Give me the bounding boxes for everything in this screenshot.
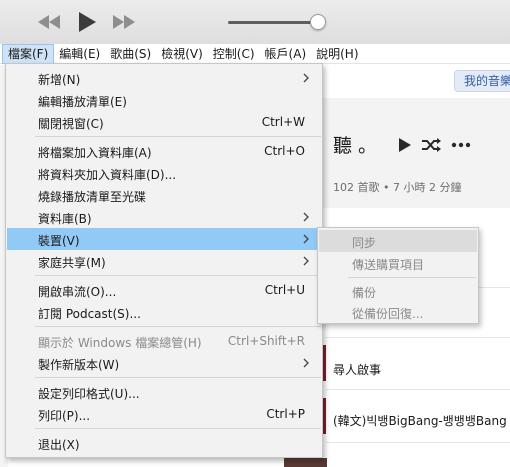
menu-item-library[interactable]: 資料庫(B) [7,206,321,228]
menu-view[interactable]: 檢視(V) [156,44,208,64]
shortcut-label: Ctrl+U [264,283,305,297]
song-title[interactable]: 尋人啟事 [333,361,503,378]
menu-item-label: 製作新版本(W) [38,358,120,372]
menu-help[interactable]: 說明(H) [311,44,363,64]
more-options-icon[interactable] [451,139,471,151]
volume-slider-knob[interactable] [310,14,326,30]
menu-item-subscribe-podcast[interactable]: 訂閱 Podcast(S)... [7,301,321,323]
menu-item-devices[interactable]: 裝置(V) [7,228,321,250]
menu-edit[interactable]: 編輯(E) [54,44,105,64]
menu-item-print[interactable]: 列印(P)... Ctrl+P [7,403,321,425]
menu-item-label: 裝置(V) [38,234,80,248]
menu-separator [35,275,321,276]
menu-item-label: 開啟串流(O)... [38,285,117,299]
play-icon [79,12,96,32]
menu-item-label: 傳送購買項目 [352,258,425,272]
menu-item-add-file[interactable]: 將檔案加入資料庫(A) Ctrl+O [7,140,321,162]
menu-item-label: 退出(X) [38,438,80,452]
menu-item-show-in-explorer[interactable]: 顯示於 Windows 檔案總管(H) Ctrl+Shift+R [7,330,321,352]
shuffle-icon[interactable] [421,137,441,153]
menu-separator [35,377,321,378]
itunes-window: 檔案(F) 編輯(E) 歌曲(S) 檢視(V) 控制(C) 帳戶(A) 說明(H… [0,0,510,467]
menu-item-new[interactable]: 新增(N) [7,67,321,89]
album-art-thumbnail [284,458,327,467]
submenu-arrow-icon [303,234,309,244]
next-track-button[interactable] [111,9,137,35]
song-title[interactable]: (韓文)빅뱅BigBang-뱅뱅뱅Bang B [333,412,510,429]
shortcut-label: Ctrl+P [266,407,305,421]
menu-item-label: 家庭共享(M) [38,256,106,270]
menu-item-label: 將檔案加入資料庫(A) [38,146,152,160]
menu-item-create-new-version[interactable]: 製作新版本(W) [7,352,321,374]
shortcut-label: Ctrl+Shift+R [227,334,305,348]
menu-separator [35,326,321,327]
shortcut-label: Ctrl+O [264,144,305,158]
volume-slider-track[interactable] [228,21,320,24]
menu-item-add-folder[interactable]: 將資料夾加入資料庫(D)... [7,162,321,184]
row-divider [326,442,510,443]
menu-separator [35,136,321,137]
menu-item-label: 備份 [352,286,377,300]
menu-item-label: 燒錄播放清單至光碟 [38,190,147,204]
devices-submenu: 同步 傳送購買項目 備份 從備份回復... [317,227,479,324]
menu-item-label: 關閉視窗(C) [38,117,104,131]
menu-separator [35,428,321,429]
menu-controls[interactable]: 控制(C) [208,44,260,64]
row-divider [326,337,510,338]
menu-item-label: 資料庫(B) [38,212,92,226]
menu-account[interactable]: 帳戶(A) [260,44,312,64]
submenu-item-restore-backup[interactable]: 從備份回復... [319,301,477,323]
file-menu-dropdown: 新增(N) 編輯播放清單(E) 關閉視窗(C) Ctrl+W 將檔案加入資料庫(… [5,63,323,458]
menu-item-burn-disc[interactable]: 燒錄播放清單至光碟 [7,184,321,206]
menu-item-page-setup[interactable]: 設定列印格式(U)... [7,381,321,403]
my-music-tab[interactable]: 我的音樂 [454,70,510,92]
shortcut-label: Ctrl+W [261,115,305,129]
submenu-arrow-icon [303,256,309,266]
submenu-arrow-icon [303,212,309,222]
submenu-item-backup[interactable]: 備份 [319,280,477,302]
row-divider [326,389,510,390]
menu-item-open-stream[interactable]: 開啟串流(O)... Ctrl+U [7,279,321,301]
menu-file[interactable]: 檔案(F) [2,43,55,64]
player-toolbar [0,0,510,44]
menu-item-label: 從備份回復... [352,307,424,321]
menu-item-label: 同步 [352,236,377,250]
fast-forward-icon [113,15,135,29]
menu-item-edit-playlist[interactable]: 編輯播放清單(E) [7,89,321,111]
menu-song[interactable]: 歌曲(S) [105,44,156,64]
submenu-item-sync[interactable]: 同步 [319,230,477,252]
submenu-item-transfer-purchases[interactable]: 傳送購買項目 [319,252,477,274]
menu-item-home-sharing[interactable]: 家庭共享(M) [7,250,321,272]
menu-item-close-window[interactable]: 關閉視窗(C) Ctrl+W [7,111,321,133]
play-playlist-icon[interactable] [398,137,412,153]
menu-item-label: 新增(N) [38,73,81,87]
previous-track-button[interactable] [36,9,62,35]
submenu-arrow-icon [303,73,309,83]
menu-item-label: 編輯播放清單(E) [38,95,127,109]
playlist-title: 聽 。 [333,135,378,157]
play-button[interactable] [75,9,99,35]
menu-item-label: 訂閱 Podcast(S)... [38,307,141,321]
menu-item-label: 顯示於 Windows 檔案總管(H) [38,336,202,350]
menu-item-label: 將資料夾加入資料庫(D)... [38,168,177,182]
submenu-arrow-icon [303,358,309,368]
rewind-icon [38,15,60,29]
menu-item-label: 列印(P)... [38,409,91,423]
menu-item-exit[interactable]: 退出(X) [7,432,321,454]
playlist-info: 102 首歌 • 7 小時 2 分鐘 [333,181,462,194]
menu-separator [348,277,476,278]
menu-bar: 檔案(F) 編輯(E) 歌曲(S) 檢視(V) 控制(C) 帳戶(A) 說明(H… [0,43,510,64]
menu-item-label: 設定列印格式(U)... [38,387,140,401]
